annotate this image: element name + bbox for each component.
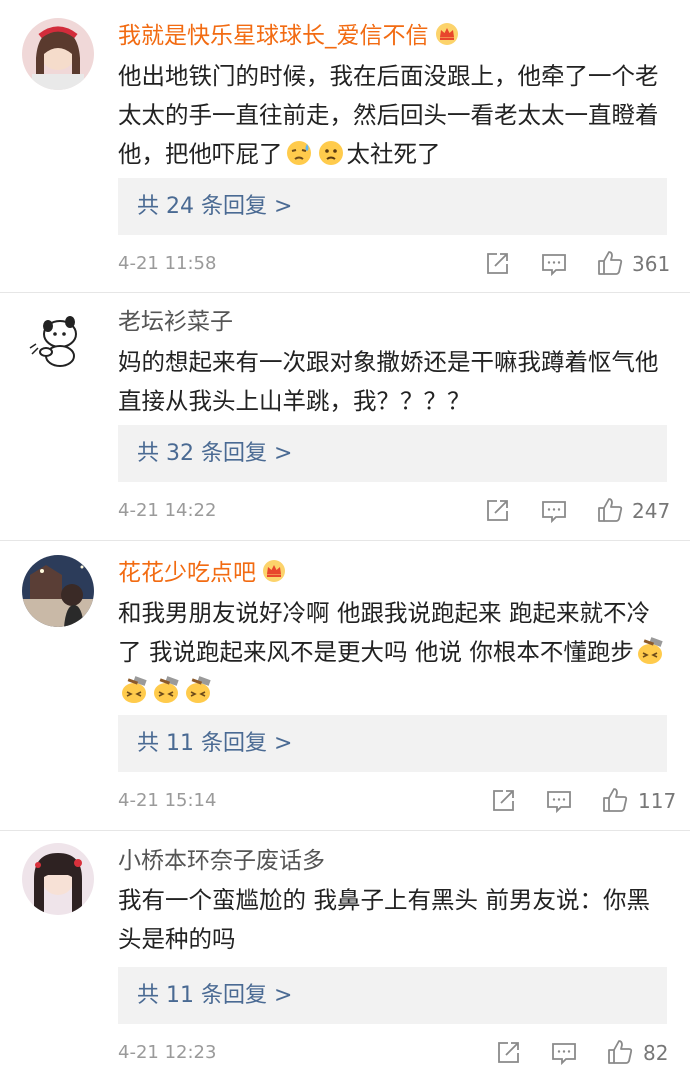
username[interactable]: 花花少吃点吧 xyxy=(118,558,286,588)
hammer-face-emoji xyxy=(184,676,212,704)
comment-icon[interactable] xyxy=(550,1039,578,1067)
thumbs-up-icon[interactable] xyxy=(606,1038,634,1066)
view-replies-link[interactable]: 共 11 条回复 > xyxy=(137,967,292,1024)
share-icon[interactable] xyxy=(483,250,511,278)
hammer-face-emoji xyxy=(120,676,148,704)
thumbs-up-icon[interactable] xyxy=(596,249,624,277)
timestamp: 4-21 11:58 xyxy=(118,253,217,274)
like-count: 117 xyxy=(638,789,677,813)
sweat-face-emoji xyxy=(285,139,313,167)
timestamp: 4-21 15:14 xyxy=(118,790,217,811)
comment-text: 我有一个蛮尴尬的 我鼻子上有黑头 前男友说：你黑头是种的吗 xyxy=(118,886,650,953)
avatar[interactable] xyxy=(22,18,94,90)
view-replies-link[interactable]: 共 24 条回复 > xyxy=(137,178,292,235)
thumbs-up-icon[interactable] xyxy=(596,496,624,524)
comment-text: 他出地铁门的时候，我在后面没跟上，他牵了一个老太太的手一直往前走，然后回头一看老… xyxy=(118,62,659,168)
timestamp: 4-21 14:22 xyxy=(118,500,217,521)
username[interactable]: 老坛衫菜子 xyxy=(118,307,233,337)
hammer-face-emoji xyxy=(636,637,664,665)
view-replies-link[interactable]: 共 32 条回复 > xyxy=(137,425,292,482)
comment-feed: 我就是快乐星球球长_爱信不信 他出地铁门的时候，我在后面没跟上，他牵了一个老太太… xyxy=(0,0,690,1078)
avatar[interactable] xyxy=(22,555,94,627)
comment-text: 和我男朋友说好冷啊 他跟我说跑起来 跑起来就不冷了 我说跑起来风不是更大吗 他说… xyxy=(118,594,673,711)
like-count: 247 xyxy=(632,499,671,523)
share-icon[interactable] xyxy=(483,497,511,525)
timestamp: 4-21 12:23 xyxy=(118,1042,217,1063)
crown-badge-icon xyxy=(262,559,286,583)
like-count: 82 xyxy=(643,1041,669,1065)
view-replies-link[interactable]: 共 11 条回复 > xyxy=(137,715,292,772)
divider xyxy=(0,830,690,831)
replies-box[interactable]: 共 24 条回复 > xyxy=(118,178,667,235)
username[interactable]: 小桥本环奈子废话多 xyxy=(118,846,325,876)
divider xyxy=(0,540,690,541)
comment-icon[interactable] xyxy=(540,250,568,278)
thumbs-up-icon[interactable] xyxy=(601,786,629,814)
username[interactable]: 我就是快乐星球球长_爱信不信 xyxy=(118,21,459,51)
comment-text: 妈的想起来有一次跟对象撒娇还是干嘛我蹲着怄气他直接从我头上山羊跳，我？？？？ xyxy=(118,348,659,415)
comment-icon[interactable] xyxy=(540,497,568,525)
share-icon[interactable] xyxy=(489,787,517,815)
like-count: 361 xyxy=(632,252,671,276)
replies-box[interactable]: 共 32 条回复 > xyxy=(118,425,667,482)
worried-face-emoji xyxy=(317,139,345,167)
comment-icon[interactable] xyxy=(545,787,573,815)
replies-box[interactable]: 共 11 条回复 > xyxy=(118,967,667,1024)
divider xyxy=(0,292,690,293)
avatar[interactable] xyxy=(22,843,94,915)
avatar[interactable] xyxy=(22,304,94,376)
crown-badge-icon xyxy=(435,22,459,46)
share-icon[interactable] xyxy=(494,1039,522,1067)
replies-box[interactable]: 共 11 条回复 > xyxy=(118,715,667,772)
hammer-face-emoji xyxy=(152,676,180,704)
